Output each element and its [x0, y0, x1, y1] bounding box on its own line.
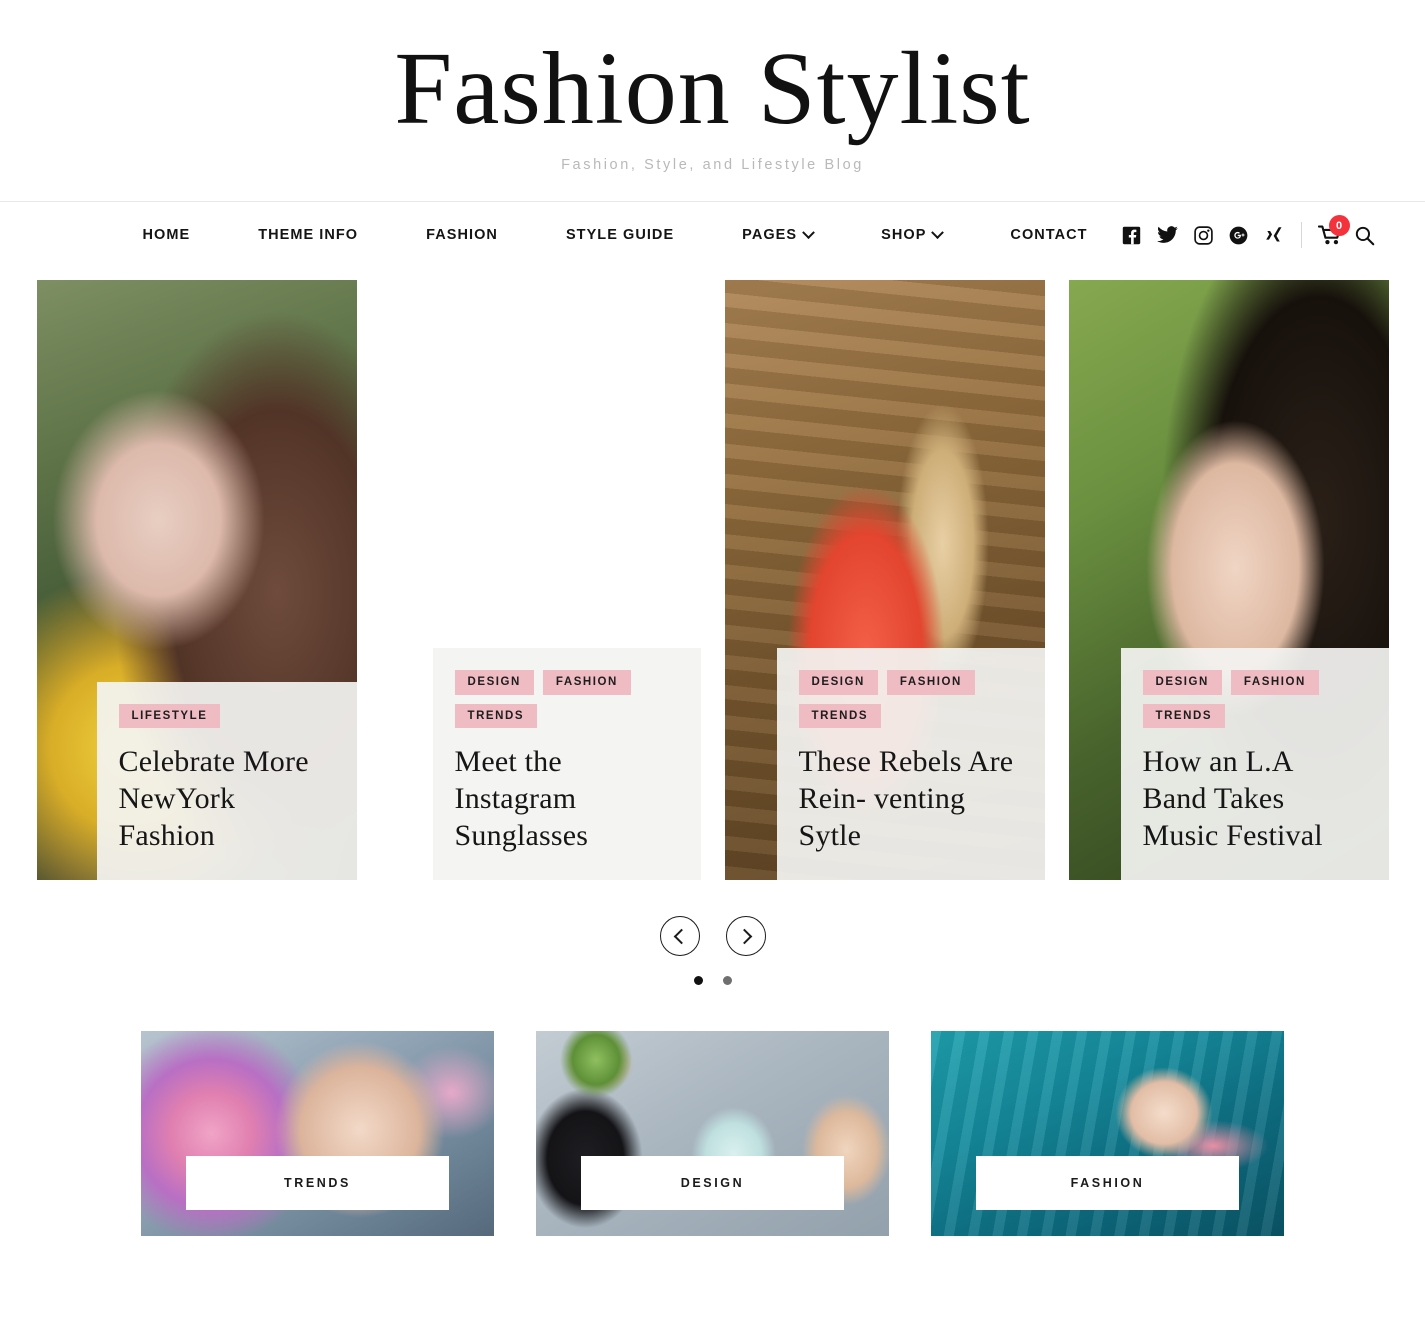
nav-item-theme-info[interactable]: THEME INFO: [224, 227, 392, 243]
nav-item-home[interactable]: HOME: [133, 227, 225, 243]
slide-title[interactable]: Celebrate More NewYork Fashion: [119, 744, 331, 854]
slide-caption-box: LIFESTYLE Celebrate More NewYork Fashion: [96, 681, 357, 881]
nav-label: HOME: [142, 227, 191, 244]
nav-divider: [1300, 222, 1302, 249]
twitter-icon[interactable]: [1156, 225, 1178, 245]
nav-label: PAGES: [742, 227, 798, 244]
nav-label: FASHION: [426, 227, 498, 244]
nav-item-contact[interactable]: CONTACT: [976, 227, 1121, 243]
slide-title[interactable]: Meet the Instagram Sunglasses: [455, 744, 675, 854]
site-header: Fashion Stylist Fashion, Style, and Life…: [0, 0, 1425, 203]
tag-fashion[interactable]: FASHION: [886, 670, 975, 695]
cart-count-badge: 0: [1328, 215, 1350, 237]
tag-design[interactable]: DESIGN: [798, 670, 878, 695]
google-plus-icon[interactable]: [1229, 226, 1248, 245]
slide-tags: DESIGN FASHION TRENDS: [1142, 670, 1363, 729]
category-label[interactable]: TRENDS: [186, 1156, 449, 1211]
slide-title[interactable]: These Rebels Are Rein- venting Sytle: [799, 744, 1019, 854]
tag-design[interactable]: DESIGN: [454, 670, 534, 695]
carousel-dots: [693, 976, 732, 986]
carousel-prev-button[interactable]: [659, 916, 700, 957]
nav-item-shop[interactable]: SHOP: [847, 225, 976, 244]
carousel-controls: [0, 916, 1425, 986]
facebook-icon[interactable]: [1122, 226, 1141, 245]
slide-tags: DESIGN FASHION TRENDS: [798, 670, 1019, 729]
nav-menu: HOME THEME INFO FASHION STYLE GUIDE PAGE…: [133, 225, 1122, 244]
carousel-dot-2[interactable]: [722, 976, 732, 986]
slide-title[interactable]: How an L.A Band Takes Music Festival: [1143, 744, 1363, 854]
chevron-down-icon: [802, 225, 815, 239]
tag-trends[interactable]: TRENDS: [1142, 703, 1226, 729]
slide-caption-box: DESIGN FASHION TRENDS How an L.A Band Ta…: [1120, 648, 1389, 881]
category-label[interactable]: FASHION: [976, 1156, 1239, 1211]
carousel-slide[interactable]: DESIGN FASHION TRENDS These Rebels Are R…: [724, 280, 1045, 881]
social-links: [1122, 225, 1301, 245]
tag-trends[interactable]: TRENDS: [798, 703, 882, 729]
xing-icon[interactable]: [1264, 226, 1283, 245]
category-label[interactable]: DESIGN: [581, 1156, 844, 1211]
featured-carousel: LIFESTYLE Celebrate More NewYork Fashion…: [0, 268, 1425, 986]
nav-label: SHOP: [881, 227, 927, 244]
chevron-right-icon: [736, 928, 752, 944]
search-button[interactable]: [1354, 225, 1375, 246]
category-card-design[interactable]: DESIGN: [536, 1031, 889, 1237]
nav-item-style-guide[interactable]: STYLE GUIDE: [532, 227, 708, 243]
carousel-slides: LIFESTYLE Celebrate More NewYork Fashion…: [0, 280, 1425, 881]
tag-fashion[interactable]: FASHION: [1230, 670, 1319, 695]
nav-label: THEME INFO: [258, 227, 359, 244]
nav-right-tools: 0: [1122, 215, 1375, 249]
main-navigation: HOME THEME INFO FASHION STYLE GUIDE PAGE…: [0, 202, 1425, 269]
nav-inner: HOME THEME INFO FASHION STYLE GUIDE PAGE…: [133, 215, 1374, 249]
nav-item-fashion[interactable]: FASHION: [392, 227, 532, 243]
tag-design[interactable]: DESIGN: [1142, 670, 1222, 695]
slide-tags: DESIGN FASHION TRENDS: [454, 670, 675, 729]
tag-trends[interactable]: TRENDS: [454, 703, 538, 729]
carousel-slide[interactable]: DESIGN FASHION TRENDS How an L.A Band Ta…: [1068, 280, 1389, 881]
carousel-arrows: [659, 916, 766, 957]
carousel-slide[interactable]: LIFESTYLE Celebrate More NewYork Fashion: [36, 280, 357, 881]
category-card-fashion[interactable]: FASHION: [931, 1031, 1284, 1237]
slide-caption-box: DESIGN FASHION TRENDS These Rebels Are R…: [776, 648, 1045, 881]
tag-fashion[interactable]: FASHION: [542, 670, 631, 695]
nav-item-pages[interactable]: PAGES: [708, 225, 847, 244]
instagram-icon[interactable]: [1193, 225, 1213, 245]
tag-lifestyle[interactable]: LIFESTYLE: [118, 703, 221, 729]
carousel-next-button[interactable]: [725, 916, 766, 957]
nav-label: CONTACT: [1010, 227, 1088, 244]
site-tagline: Fashion, Style, and Lifestyle Blog: [561, 157, 864, 174]
search-icon: [1355, 226, 1374, 245]
category-grid: TRENDS DESIGN FASHION: [0, 1031, 1425, 1237]
chevron-down-icon: [931, 225, 945, 239]
site-title[interactable]: Fashion Stylist: [0, 34, 1425, 143]
cart-button[interactable]: 0: [1317, 215, 1350, 246]
carousel-dot-1[interactable]: [693, 976, 703, 986]
chevron-left-icon: [673, 928, 689, 944]
carousel-slide[interactable]: DESIGN FASHION TRENDS Meet the Instagram…: [381, 280, 701, 881]
category-card-trends[interactable]: TRENDS: [141, 1031, 494, 1237]
nav-label: STYLE GUIDE: [565, 227, 675, 244]
slide-caption-box: DESIGN FASHION TRENDS Meet the Instagram…: [432, 648, 701, 881]
slide-tags: LIFESTYLE: [118, 703, 331, 729]
